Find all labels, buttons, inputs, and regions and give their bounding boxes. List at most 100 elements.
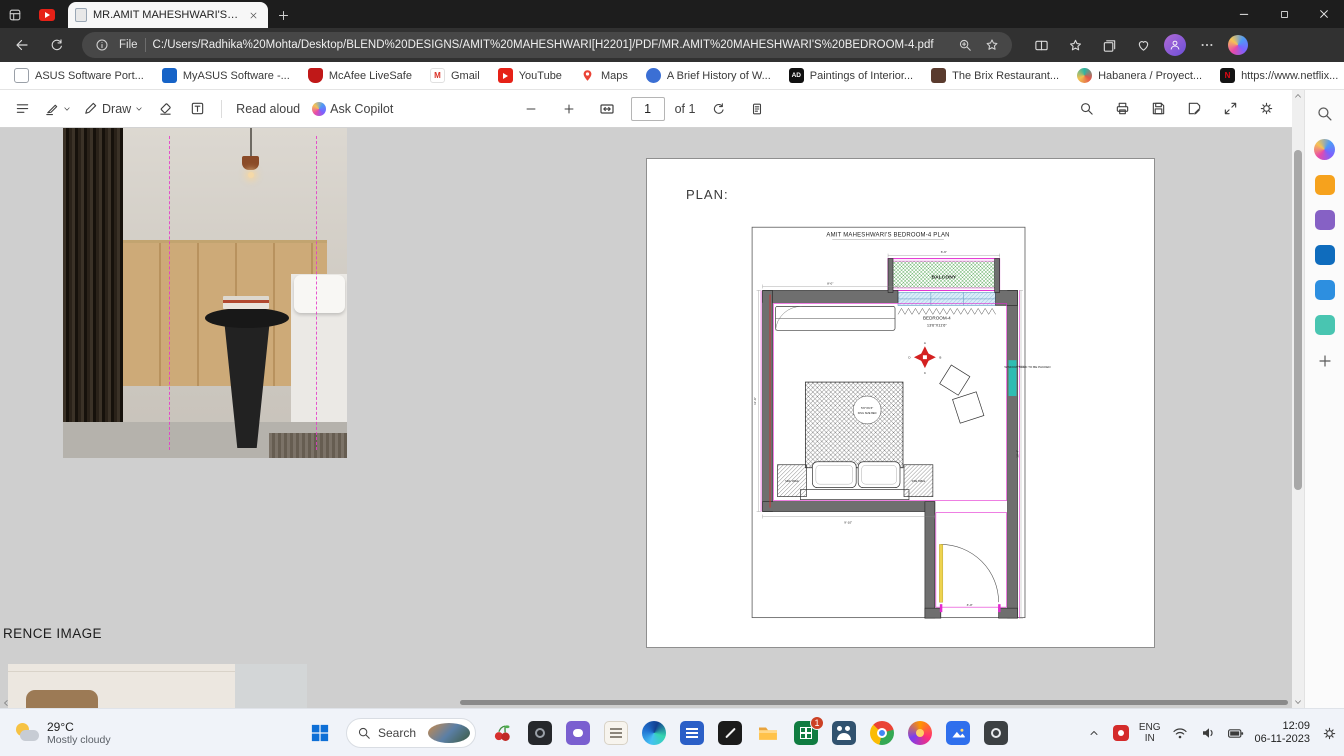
zoom-out-icon[interactable]	[517, 95, 545, 123]
annotation-dashed-line	[169, 136, 170, 450]
new-tab-icon[interactable]	[268, 2, 298, 28]
fit-to-width-icon[interactable]	[593, 95, 621, 123]
taskbar-icon-cherry-app[interactable]	[490, 721, 514, 745]
tab-active[interactable]: MR.AMIT MAHESHWARI'S BEDR...	[68, 2, 268, 28]
taskbar-icon-drawing-app[interactable]	[718, 721, 742, 745]
favorite-star-icon[interactable]	[982, 35, 1002, 55]
settings-gear-icon[interactable]	[1320, 724, 1338, 742]
close-button[interactable]	[1304, 0, 1344, 28]
bookmark-maps[interactable]: Maps	[572, 65, 636, 87]
browser-essentials-icon[interactable]	[1130, 32, 1156, 58]
zoom-indicator-icon[interactable]	[955, 35, 975, 55]
taskbar-icon-edge[interactable]	[642, 721, 666, 745]
taskbar-icon-teams[interactable]	[832, 721, 856, 745]
search-document-icon[interactable]	[1072, 95, 1100, 123]
split-screen-icon[interactable]	[1028, 32, 1054, 58]
read-aloud-button[interactable]: Read aloud	[232, 95, 304, 123]
pdf-settings-icon[interactable]	[1252, 95, 1280, 123]
fullscreen-icon[interactable]	[1216, 95, 1244, 123]
sidebar-search-icon[interactable]	[1314, 102, 1336, 124]
tab-close-icon[interactable]	[245, 7, 261, 23]
sidebar-designer-icon[interactable]	[1314, 315, 1335, 335]
bookmark-gmail[interactable]: M Gmail	[422, 65, 488, 87]
bookmark-habanera[interactable]: Habanera / Proyect...	[1069, 65, 1210, 87]
start-button[interactable]	[308, 721, 332, 745]
sidebar-outlook-icon[interactable]	[1314, 245, 1335, 265]
save-icon[interactable]	[1144, 95, 1172, 123]
bookmark-mcafee[interactable]: McAfee LiveSafe	[300, 65, 420, 87]
url-bar[interactable]: File C:/Users/Radhika%20Mohta/Desktop/BL…	[82, 32, 1012, 58]
taskbar-icon-chrome[interactable]	[870, 721, 894, 745]
taskbar-icon-notes-app[interactable]	[604, 721, 628, 745]
bookmark-brix[interactable]: The Brix Restaurant...	[923, 65, 1067, 87]
settings-menu-icon[interactable]	[1194, 32, 1220, 58]
bookmark-netflix[interactable]: Nhttps://www.netflix...	[1212, 65, 1344, 87]
sidebar-games-icon[interactable]	[1314, 210, 1335, 230]
language-indicator[interactable]: ENG IN	[1139, 722, 1161, 744]
bookmark-youtube[interactable]: YouTube	[490, 65, 570, 87]
horizontal-scroll-thumb[interactable]	[460, 700, 1288, 705]
taskbar-icon-firefox[interactable]	[908, 721, 932, 745]
print-icon[interactable]	[1108, 95, 1136, 123]
bookmark-history[interactable]: A Brief History of W...	[638, 65, 779, 87]
sidebar-microsoft365-icon[interactable]	[1314, 280, 1335, 300]
scroll-down-icon[interactable]	[1292, 696, 1304, 708]
taskbar-icon-photos[interactable]	[946, 721, 970, 745]
favorites-icon[interactable]	[1062, 32, 1088, 58]
bookmark-myasus[interactable]: MyASUS Software -...	[154, 65, 298, 87]
refresh-icon[interactable]	[42, 31, 70, 59]
taskbar-icon-word[interactable]	[680, 721, 704, 745]
battery-icon[interactable]	[1227, 724, 1245, 742]
tab-actions-icon[interactable]	[0, 2, 30, 28]
vertical-scroll-thumb[interactable]	[1294, 150, 1302, 490]
bookmark-asus[interactable]: ASUS Software Port...	[6, 65, 152, 87]
scroll-left-icon[interactable]	[0, 697, 12, 708]
wifi-icon[interactable]	[1171, 724, 1189, 742]
highlighter-tool-button[interactable]	[40, 95, 75, 123]
taskbar-icon-chat-app[interactable]	[566, 721, 590, 745]
zoom-in-icon[interactable]	[555, 95, 583, 123]
file-info-icon[interactable]	[92, 35, 112, 55]
sidebar-shopping-icon[interactable]	[1314, 175, 1335, 195]
copilot-icon[interactable]	[1228, 35, 1248, 55]
tray-chevron-up-icon[interactable]	[1085, 724, 1103, 742]
vertical-scrollbar[interactable]	[1292, 90, 1304, 708]
add-text-icon[interactable]	[183, 95, 211, 123]
tab-youtube-pinned[interactable]	[30, 2, 64, 28]
myasus-icon	[161, 68, 177, 83]
taskbar-icon-file-explorer[interactable]	[756, 721, 780, 745]
pdf-content-area: RENCE IMAGE PLAN: AMIT MAHESHWARI'S BEDR…	[0, 128, 1292, 708]
horizontal-scrollbar[interactable]	[0, 697, 1292, 708]
pdf-menu-icon[interactable]	[8, 95, 36, 123]
taskbar-icon-utility-app[interactable]	[984, 721, 1008, 745]
tray-antivirus-icon[interactable]	[1112, 725, 1129, 741]
scroll-up-icon[interactable]	[1292, 90, 1304, 102]
bookmark-paintings[interactable]: AD Paintings of Interior...	[781, 65, 921, 87]
sidebar-copilot-icon[interactable]	[1314, 139, 1335, 160]
volume-icon[interactable]	[1199, 724, 1217, 742]
photo-pendant-cord	[250, 128, 252, 158]
back-icon[interactable]	[8, 31, 36, 59]
taskbar-icon-excel[interactable]: 1	[794, 716, 824, 745]
site-icon	[1077, 68, 1093, 83]
svg-text:B: B	[939, 356, 941, 360]
profile-avatar[interactable]	[1164, 34, 1186, 56]
draw-tool-button[interactable]: Draw	[79, 95, 147, 123]
weather-widget[interactable]: 29°C Mostly cloudy	[8, 709, 117, 756]
room-size-label: 13'6"X11'6"	[927, 322, 948, 327]
erase-tool-icon[interactable]	[151, 95, 179, 123]
taskbar-clock[interactable]: 12:09 06-11-2023	[1255, 720, 1310, 746]
maximize-button[interactable]	[1264, 0, 1304, 28]
url-text[interactable]: C:/Users/Radhika%20Mohta/Desktop/BLEND%2…	[153, 39, 948, 51]
page-number-input[interactable]	[630, 96, 665, 121]
minimize-button[interactable]	[1224, 0, 1264, 28]
collections-icon[interactable]	[1096, 32, 1122, 58]
taskbar-icon-camera-app[interactable]	[528, 721, 552, 745]
taskbar-search[interactable]: Search	[346, 718, 476, 748]
sidebar-add-icon[interactable]	[1314, 350, 1336, 372]
save-as-icon[interactable]	[1180, 95, 1208, 123]
page-view-icon[interactable]	[743, 95, 771, 123]
rotate-icon[interactable]	[705, 95, 733, 123]
bookmark-label: The Brix Restaurant...	[952, 69, 1060, 82]
ask-copilot-button[interactable]: Ask Copilot	[308, 95, 397, 123]
